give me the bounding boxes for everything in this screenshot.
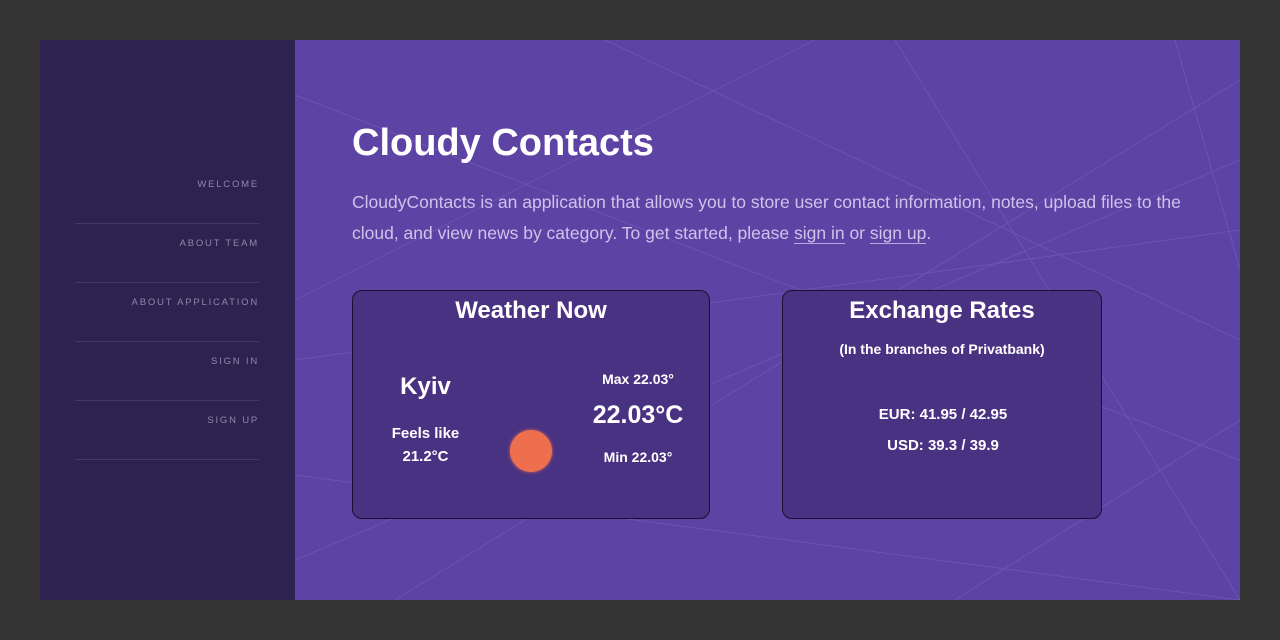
- rate-usd: USD: 39.3 / 39.9: [887, 437, 999, 454]
- exchange-title: Exchange Rates: [849, 297, 1035, 324]
- weather-city: Kyiv: [400, 373, 451, 400]
- rate-eur: EUR: 41.95 / 42.95: [878, 406, 1008, 423]
- temp-current: 22.03°C: [592, 401, 684, 429]
- sidebar-item-sign-in[interactable]: SIGN IN: [75, 342, 259, 401]
- sidebar-item-about-application[interactable]: ABOUT APPLICATION: [75, 283, 259, 342]
- temp-max: Max 22.03°: [602, 371, 674, 387]
- sidebar-item-sign-up[interactable]: SIGN UP: [75, 401, 259, 460]
- feels-like-value: 21.2°C: [402, 448, 449, 465]
- intro-text: CloudyContacts is an application that al…: [352, 187, 1202, 249]
- sidebar-item-welcome[interactable]: WELCOME: [75, 165, 259, 224]
- sign-in-link[interactable]: sign in: [793, 223, 845, 244]
- sidebar-nav: WELCOME ABOUT TEAM ABOUT APPLICATION SIG…: [75, 165, 259, 460]
- weather-card: Weather Now Kyiv Feels like 21.2°C Max 2…: [352, 290, 710, 519]
- app-window: WELCOME ABOUT TEAM ABOUT APPLICATION SIG…: [40, 40, 1240, 600]
- main-content: Cloudy Contacts CloudyContacts is an app…: [295, 40, 1240, 600]
- weather-title: Weather Now: [455, 297, 607, 324]
- intro-section: Cloudy Contacts CloudyContacts is an app…: [352, 122, 1202, 249]
- page-title: Cloudy Contacts: [352, 122, 654, 164]
- intro-text-after: .: [926, 223, 932, 243]
- sidebar-item-about-team[interactable]: ABOUT TEAM: [75, 224, 259, 283]
- temp-min: Min 22.03°: [603, 449, 673, 465]
- exchange-rates-card: Exchange Rates (In the branches of Priva…: [782, 290, 1102, 519]
- sign-up-link[interactable]: sign up: [869, 223, 927, 244]
- feels-like: Feels like 21.2°C: [353, 422, 498, 468]
- intro-text-before: CloudyContacts is an application that al…: [352, 192, 1181, 243]
- sidebar: WELCOME ABOUT TEAM ABOUT APPLICATION SIG…: [40, 40, 295, 600]
- feels-like-label: Feels like: [391, 425, 460, 442]
- intro-text-middle: or: [844, 223, 870, 243]
- exchange-subtitle: (In the branches of Privatbank): [839, 341, 1045, 357]
- sun-icon: [510, 430, 552, 472]
